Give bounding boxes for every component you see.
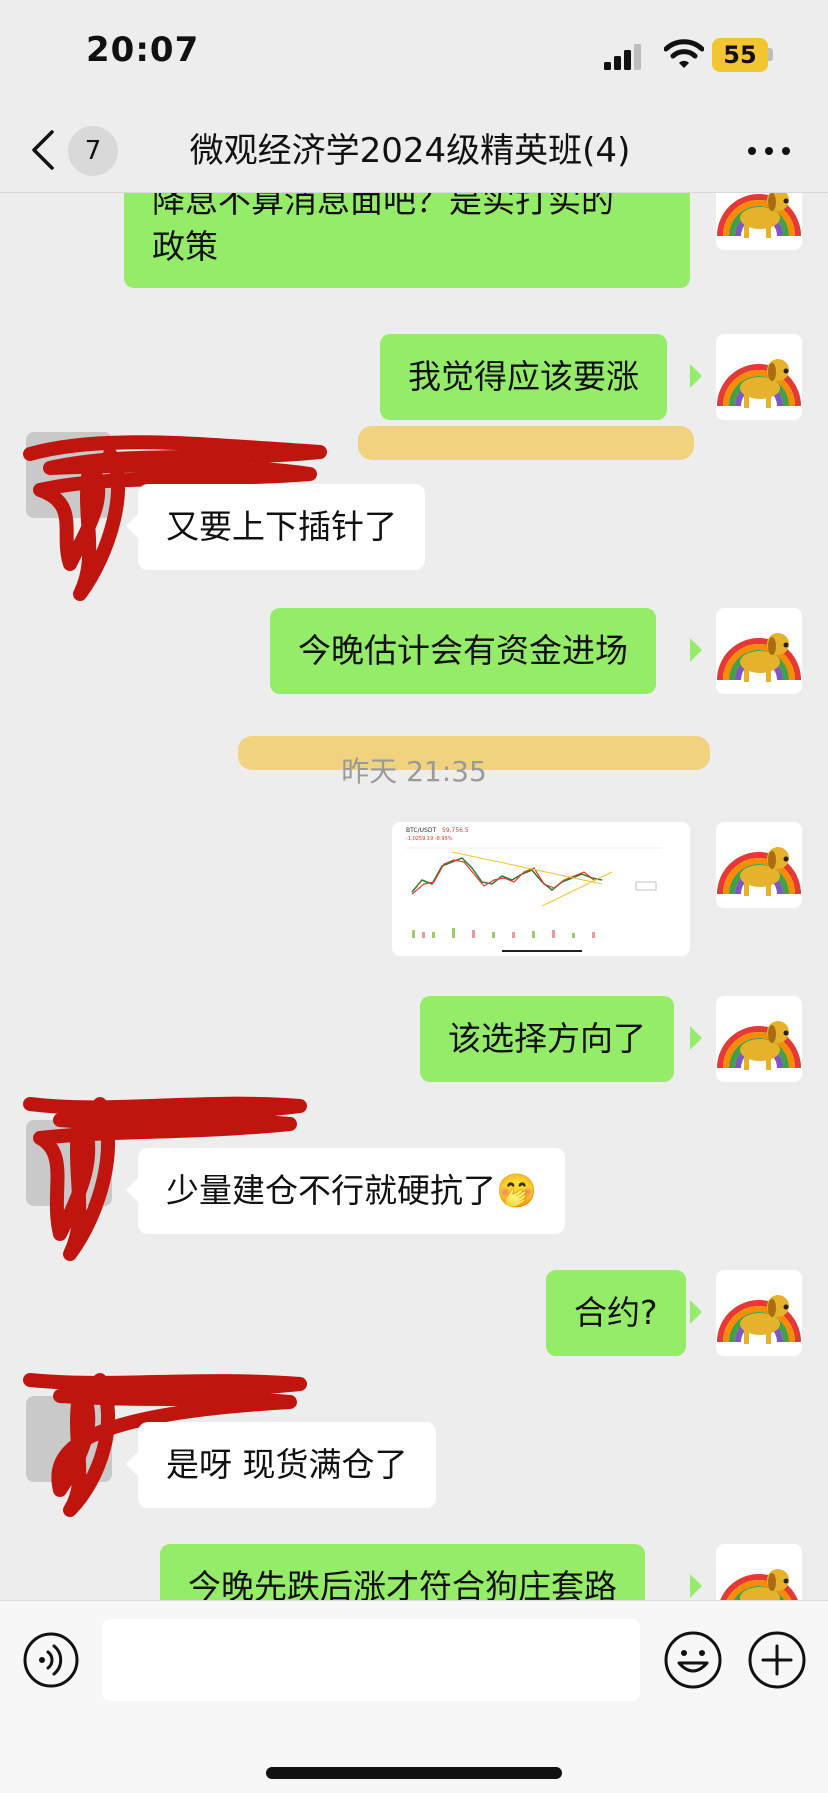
wifi-icon [664, 39, 704, 68]
unread-count-badge[interactable]: 7 [68, 126, 118, 176]
my-avatar[interactable] [716, 608, 802, 694]
my-avatar[interactable] [716, 334, 802, 420]
plus-icon[interactable] [746, 1629, 808, 1691]
message-bubble-mine[interactable]: 该选择方向了 [420, 996, 674, 1082]
bubble-tail [690, 638, 702, 662]
voice-icon[interactable] [22, 1631, 80, 1689]
time-divider: 昨天 21:35 [341, 755, 487, 788]
message-input[interactable] [102, 1619, 640, 1701]
message-text: 该选择方向了 [448, 1019, 646, 1058]
message-text: 降息不算消息面吧？是实打实的 [152, 192, 614, 220]
input-bar [0, 1600, 828, 1793]
my-avatar[interactable] [716, 996, 802, 1082]
message-bubble-mine[interactable]: 今晚估计会有资金进场 [270, 608, 656, 694]
message-bubble-other[interactable]: 又要上下插针了 [138, 484, 425, 570]
chart-screenshot-image[interactable]: BTC/USDT 59,756.5 -1,0259.19 -8.95% [392, 822, 690, 956]
my-avatar[interactable] [716, 822, 802, 908]
message-text: 今晚估计会有资金进场 [298, 631, 628, 670]
message-bubble-other[interactable]: 是呀 现货满仓了 [138, 1422, 436, 1508]
home-indicator [266, 1767, 562, 1779]
dog-avatar-icon [717, 359, 801, 408]
battery-indicator: 55 [712, 38, 768, 72]
bubble-tail [126, 1452, 138, 1476]
message-text: 我觉得应该要涨 [408, 357, 639, 396]
message-text: 少量建仓不行就硬抗了🤭 [166, 1171, 538, 1210]
status-time: 20:07 [86, 30, 200, 70]
my-avatar[interactable] [716, 1270, 802, 1356]
message-bubble-mine[interactable]: 我觉得应该要涨 [380, 334, 667, 420]
my-avatar[interactable] [716, 192, 802, 250]
bubble-tail [690, 1300, 702, 1324]
message-text: 政策 [152, 227, 218, 266]
battery-tip [768, 48, 773, 61]
message-text: 是呀 现货满仓了 [166, 1445, 408, 1484]
image-pair-text: BTC/USDT [406, 827, 436, 834]
message-text: 又要上下插针了 [166, 507, 397, 546]
message-text: 合约? [574, 1293, 658, 1332]
candlestick-chart-image: BTC/USDT 59,756.5 -1,0259.19 -8.95% [406, 827, 662, 952]
dog-avatar-icon [717, 192, 801, 238]
dog-avatar-icon [717, 847, 801, 896]
message-bubble-mine[interactable]: 合约? [546, 1270, 686, 1356]
message-list[interactable]: 降息不算消息面吧？是实打实的 政策 我觉得应该要涨 又要上下插针了 今晚估计会有… [0, 192, 828, 1600]
bubble-tail [126, 1178, 138, 1202]
dog-avatar-icon [717, 1295, 801, 1344]
chat-title: 微观经济学2024级精英班(4) [189, 131, 631, 171]
image-change-text: -1,0259.19 -8.95% [406, 836, 453, 842]
message-bubble-other[interactable]: 少量建仓不行就硬抗了🤭 [138, 1148, 566, 1234]
message-text: 今晚先跌后涨才符合狗庄套路 [188, 1567, 617, 1600]
bubble-tail [126, 514, 138, 538]
status-bar: 20:07 55 [0, 0, 828, 110]
chat-header: 7 微观经济学2024级精英班(4) [0, 110, 828, 193]
dog-avatar-icon [720, 1569, 798, 1600]
emoji-icon[interactable] [662, 1629, 724, 1691]
message-bubble-mine[interactable]: 降息不算消息面吧？是实打实的 政策 [124, 192, 690, 288]
image-price-text: 59,756.5 [442, 827, 469, 834]
highlight-mark [358, 426, 694, 460]
dog-avatar-icon [717, 1021, 801, 1070]
dog-avatar-icon [717, 633, 801, 682]
my-avatar[interactable] [716, 1544, 802, 1600]
bubble-tail [690, 1574, 702, 1598]
more-icon[interactable] [744, 138, 794, 164]
bubble-tail [690, 364, 702, 388]
battery-level: 55 [723, 41, 757, 69]
bubble-tail [690, 1026, 702, 1050]
message-bubble-mine[interactable]: 今晚先跌后涨才符合狗庄套路 [160, 1544, 645, 1600]
signal-icon [604, 44, 641, 70]
back-icon[interactable] [28, 128, 58, 172]
